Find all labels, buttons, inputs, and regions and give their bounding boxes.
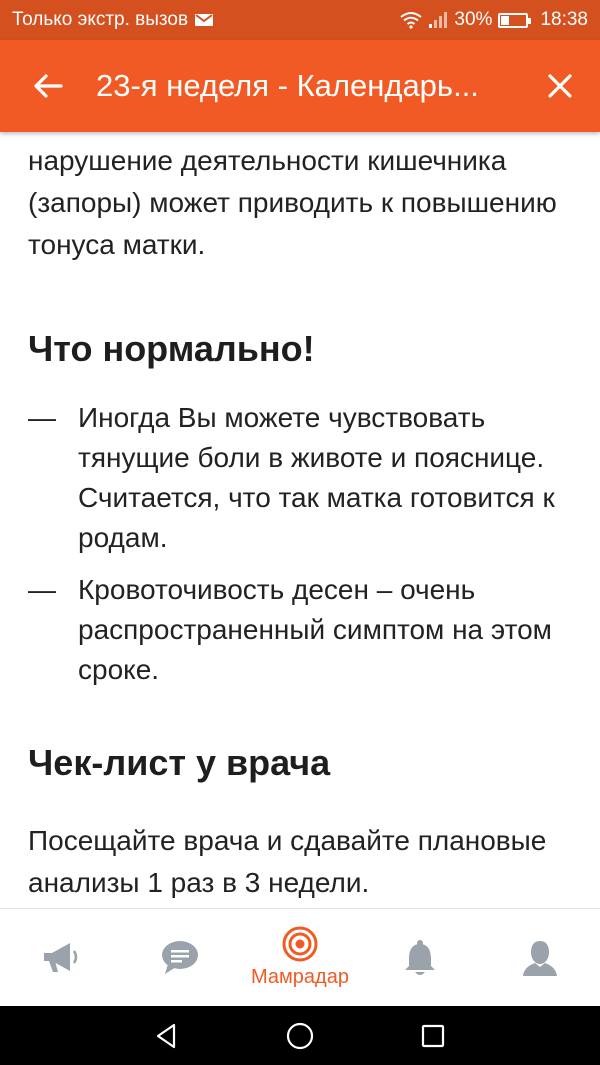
wifi-icon — [400, 12, 423, 29]
close-button[interactable] — [520, 40, 600, 132]
clock: 18:38 — [540, 9, 588, 30]
list-item: — Иногда Вы можете чувствовать тянущие б… — [28, 398, 572, 558]
profile-icon — [523, 940, 557, 976]
bullet-dash: — — [28, 402, 56, 433]
battery-percent: 30% — [454, 9, 493, 30]
bottom-navigation: Мамрадар — [0, 908, 600, 1006]
chat-icon — [162, 940, 198, 974]
status-bar: Только экстр. вызов 30% 18:38 — [0, 0, 600, 40]
bullet-dash: — — [28, 574, 56, 605]
nav-label-mamradar: Мамрадар — [251, 966, 349, 988]
target-icon — [282, 926, 318, 962]
bell-icon — [405, 939, 435, 975]
symptom-list: — Иногда Вы можете чувствовать тянущие б… — [28, 398, 572, 690]
nav-chat[interactable] — [125, 909, 235, 1007]
sim-card-icon — [195, 14, 214, 26]
back-button[interactable] — [0, 40, 96, 132]
nav-notifications[interactable] — [365, 909, 475, 1007]
nav-profile[interactable] — [485, 909, 595, 1007]
megaphone-icon — [44, 942, 78, 972]
home-circle-icon[interactable] — [285, 1021, 315, 1051]
nav-mamradar[interactable]: Мамрадар — [245, 909, 355, 1007]
article-content[interactable]: нарушение деятельности кишечника (запоры… — [0, 132, 600, 908]
close-icon — [548, 74, 572, 98]
section-heading-normal: Что нормально! — [28, 328, 315, 369]
back-triangle-icon[interactable] — [152, 1021, 182, 1051]
nav-announcements[interactable] — [5, 909, 115, 1007]
list-item-text: Иногда Вы можете чувствовать тянущие бол… — [78, 402, 555, 553]
system-navigation-bar — [0, 1006, 600, 1065]
arrow-left-icon — [34, 74, 63, 98]
signal-icon — [429, 12, 448, 28]
battery-icon — [498, 12, 532, 28]
intro-paragraph: нарушение деятельности кишечника (запоры… — [28, 145, 557, 260]
recents-square-icon[interactable] — [418, 1021, 448, 1051]
page-title: 23-я неделя - Календарь... — [96, 68, 479, 103]
list-item: — Кровоточивость десен – очень распростр… — [28, 570, 572, 690]
carrier-text: Только экстр. вызов — [12, 9, 189, 30]
checklist-paragraph: Посещайте врача и сдавайте плановые анал… — [28, 825, 547, 898]
list-item-text: Кровоточивость десен – очень распростран… — [78, 574, 552, 685]
section-heading-checklist: Чек-лист у врача — [28, 742, 331, 783]
app-bar: 23-я неделя - Календарь... — [0, 40, 600, 132]
